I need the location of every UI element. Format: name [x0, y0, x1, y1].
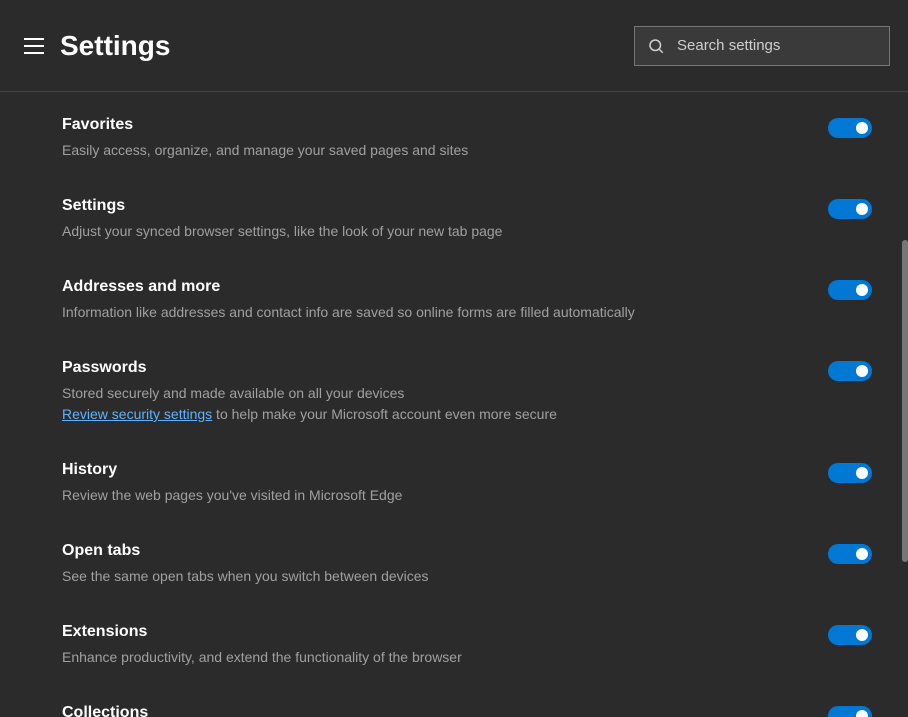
hamburger-menu-icon[interactable]: [24, 38, 44, 54]
setting-desc: Adjust your synced browser settings, lik…: [62, 221, 788, 242]
setting-desc: See the same open tabs when you switch b…: [62, 566, 788, 587]
page-title: Settings: [60, 30, 170, 62]
search-icon: [647, 37, 665, 55]
setting-title: Addresses and more: [62, 278, 788, 296]
toggle-passwords[interactable]: [828, 361, 872, 381]
header: Settings: [0, 0, 908, 92]
scrollbar-thumb[interactable]: [902, 240, 908, 562]
toggle-favorites[interactable]: [828, 118, 872, 138]
search-box[interactable]: [634, 26, 890, 66]
setting-item-history: History Review the web pages you've visi…: [62, 461, 872, 506]
setting-item-opentabs: Open tabs See the same open tabs when yo…: [62, 542, 872, 587]
setting-item-settings: Settings Adjust your synced browser sett…: [62, 197, 872, 242]
setting-item-addresses: Addresses and more Information like addr…: [62, 278, 872, 323]
toggle-extensions[interactable]: [828, 625, 872, 645]
setting-text: Collections Collect, organize, and share…: [62, 704, 828, 717]
setting-title: History: [62, 461, 788, 479]
setting-text: Extensions Enhance productivity, and ext…: [62, 623, 828, 668]
setting-desc: Stored securely and made available on al…: [62, 383, 788, 404]
setting-title: Favorites: [62, 116, 788, 134]
setting-text: Addresses and more Information like addr…: [62, 278, 828, 323]
toggle-addresses[interactable]: [828, 280, 872, 300]
toggle-collections[interactable]: [828, 706, 872, 717]
setting-desc: Easily access, organize, and manage your…: [62, 140, 788, 161]
setting-text: History Review the web pages you've visi…: [62, 461, 828, 506]
toggle-opentabs[interactable]: [828, 544, 872, 564]
setting-item-extensions: Extensions Enhance productivity, and ext…: [62, 623, 872, 668]
setting-extra-line: Review security settings to help make yo…: [62, 404, 788, 425]
settings-content: Favorites Easily access, organize, and m…: [0, 92, 908, 717]
header-left: Settings: [24, 30, 170, 62]
setting-desc: Enhance productivity, and extend the fun…: [62, 647, 788, 668]
setting-item-passwords: Passwords Stored securely and made avail…: [62, 359, 872, 425]
toggle-history[interactable]: [828, 463, 872, 483]
search-input[interactable]: [677, 37, 877, 54]
setting-title: Collections: [62, 704, 788, 717]
setting-title: Open tabs: [62, 542, 788, 560]
setting-text: Open tabs See the same open tabs when yo…: [62, 542, 828, 587]
setting-item-favorites: Favorites Easily access, organize, and m…: [62, 116, 872, 161]
toggle-settings[interactable]: [828, 199, 872, 219]
setting-desc: Review the web pages you've visited in M…: [62, 485, 788, 506]
setting-title: Settings: [62, 197, 788, 215]
setting-title: Passwords: [62, 359, 788, 377]
setting-text: Passwords Stored securely and made avail…: [62, 359, 828, 425]
setting-text: Settings Adjust your synced browser sett…: [62, 197, 828, 242]
setting-title: Extensions: [62, 623, 788, 641]
setting-item-collections: Collections Collect, organize, and share…: [62, 704, 872, 717]
setting-extra-text: to help make your Microsoft account even…: [212, 406, 557, 422]
setting-desc: Information like addresses and contact i…: [62, 302, 788, 323]
setting-text: Favorites Easily access, organize, and m…: [62, 116, 828, 161]
review-security-link[interactable]: Review security settings: [62, 406, 212, 422]
